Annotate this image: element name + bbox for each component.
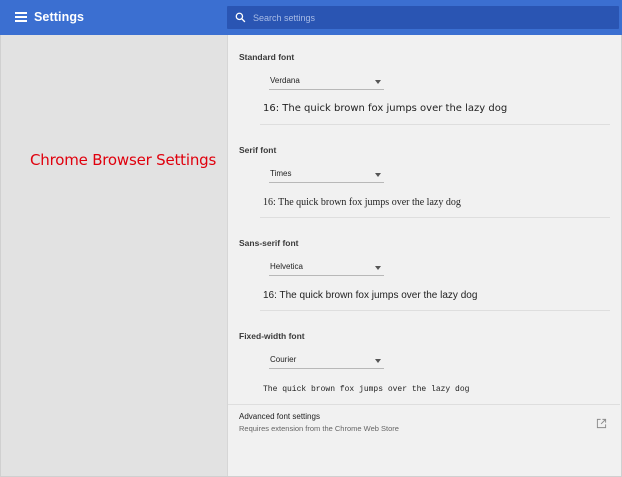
fixed-width-font-preview: The quick brown fox jumps over the lazy … [263,385,470,394]
menu-icon[interactable] [15,12,27,23]
serif-font-value: Times [270,169,292,178]
menu-icon-line [15,20,27,22]
search-icon [235,12,246,23]
app-title: Settings [34,10,85,24]
sidebar: Chrome Browser Settings [1,35,227,476]
chevron-down-icon [375,80,381,84]
divider [260,217,610,218]
sans-serif-font-value: Helvetica [270,262,303,271]
advanced-font-settings-row[interactable]: Advanced font settings Requires extensio… [228,403,620,443]
fixed-width-font-select[interactable]: Courier [269,352,384,369]
font-settings-card: Standard font Verdana 16: The quick brow… [227,35,620,476]
sidebar-caption: Chrome Browser Settings [30,151,217,169]
serif-font-label: Serif font [239,145,277,155]
fixed-width-font-label: Fixed-width font [239,331,305,341]
serif-font-preview: 16: The quick brown fox jumps over the l… [263,197,461,208]
sans-serif-font-select[interactable]: Helvetica [269,259,384,276]
header-left: Settings [0,0,227,35]
advanced-font-settings-title: Advanced font settings [239,412,320,421]
advanced-font-settings-subtitle: Requires extension from the Chrome Web S… [239,424,399,433]
sans-serif-font-label: Sans-serif font [239,238,299,248]
standard-font-preview: 16: The quick brown fox jumps over the l… [263,103,508,114]
standard-font-label: Standard font [239,52,295,62]
menu-icon-line [15,12,27,14]
standard-font-value: Verdana [270,76,300,85]
fixed-width-font-value: Courier [270,355,297,364]
serif-font-select[interactable]: Times [269,166,384,183]
divider [260,124,610,125]
search-input[interactable] [253,9,603,26]
menu-icon-line [15,16,27,18]
external-link-icon[interactable] [596,418,607,429]
search-box[interactable] [227,6,619,29]
divider [260,310,610,311]
chevron-down-icon [375,173,381,177]
header-bar: Settings [0,0,622,35]
chevron-down-icon [375,359,381,363]
standard-font-select[interactable]: Verdana [269,73,384,90]
main-panel: Standard font Verdana 16: The quick brow… [227,35,620,476]
chevron-down-icon [375,266,381,270]
sans-serif-font-preview: 16: The quick brown fox jumps over the l… [263,290,478,301]
